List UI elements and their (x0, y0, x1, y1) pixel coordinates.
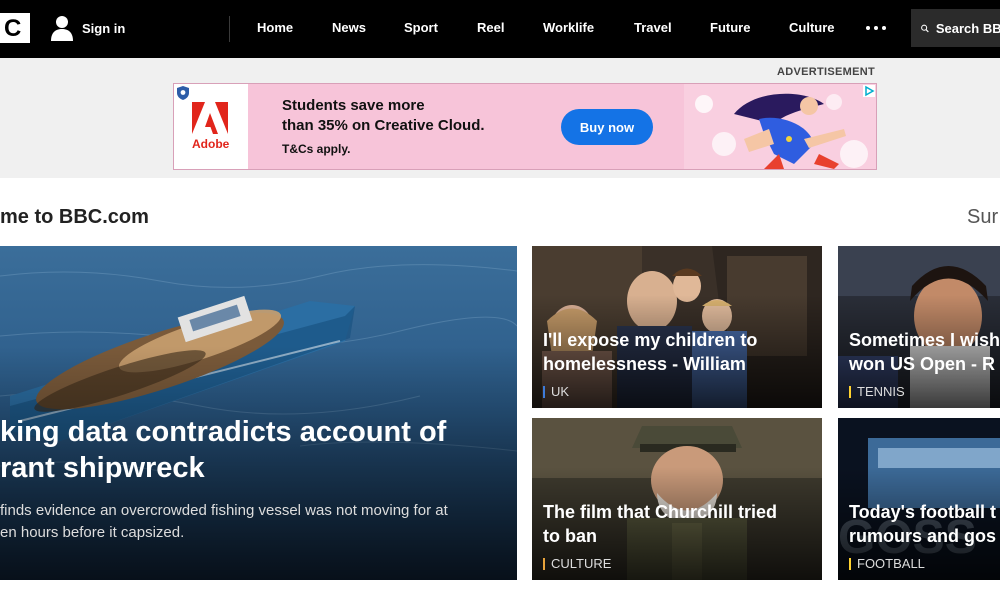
shield-icon (177, 86, 189, 100)
story-card-william[interactable]: I'll expose my children to homelessness … (532, 246, 822, 408)
main-story-headline: king data contradicts account of rant sh… (0, 416, 447, 484)
adobe-advertisement[interactable]: Adobe Students save more than 35% on Cre… (173, 83, 877, 170)
nav-item-culture[interactable]: Culture (789, 20, 835, 35)
story-headline: Sometimes I wish won US Open - R (849, 330, 1000, 374)
tag-accent-bar (849, 557, 851, 570)
main-story-card[interactable]: king data contradicts account of rant sh… (0, 246, 517, 580)
more-menu-icon[interactable] (866, 26, 886, 30)
search-icon (921, 24, 929, 32)
story-tag-culture[interactable]: CULTURE (543, 556, 611, 571)
nav-item-home[interactable]: Home (257, 20, 293, 35)
ad-terms: T&Cs apply. (282, 142, 351, 156)
section-title: me to BBC.com (0, 206, 149, 228)
story-headline: Today's football t rumours and gos (849, 502, 997, 546)
tag-accent-bar (543, 385, 545, 398)
nav-item-travel[interactable]: Travel (634, 20, 672, 35)
top-navigation-bar: C Sign in Home News Sport Reel Worklife … (0, 0, 1000, 58)
nav-item-future[interactable]: Future (710, 20, 750, 35)
search-button[interactable]: Search BBC (911, 9, 1000, 47)
nav-item-reel[interactable]: Reel (477, 20, 504, 35)
nav-divider (229, 16, 230, 42)
story-card-tennis[interactable]: Sometimes I wish won US Open - R TENNIS (838, 246, 1000, 408)
sign-in-label: Sign in (82, 20, 126, 36)
nav-item-sport[interactable]: Sport (404, 20, 438, 35)
buy-now-button[interactable]: Buy now (561, 109, 653, 145)
main-story-summary: finds evidence an overcrowded fishing ve… (0, 502, 448, 541)
ad-headline: Students save more than 35% on Creative … (282, 97, 485, 134)
bbc-logo[interactable]: C (0, 13, 30, 43)
story-tag-tennis[interactable]: TENNIS (849, 384, 905, 399)
tag-accent-bar (849, 385, 851, 398)
sign-in-button[interactable]: Sign in (50, 14, 125, 42)
search-label: Search BBC (935, 20, 1000, 36)
adchoices-icon[interactable] (863, 85, 875, 97)
ad-illustration (684, 84, 876, 169)
story-tag-uk[interactable]: UK (543, 384, 569, 399)
advertisement-band: ADVERTISEMENT Adobe Students save more t… (0, 58, 1000, 178)
story-card-football[interactable]: GOSS Today's football t rumours and gos … (838, 418, 1000, 580)
nav-item-worklife[interactable]: Worklife (543, 20, 594, 35)
story-card-churchill[interactable]: The film that Churchill tried to ban CUL… (532, 418, 822, 580)
adobe-logo-icon (192, 102, 228, 134)
adobe-logo-panel: Adobe (174, 84, 248, 169)
advertisement-label: ADVERTISEMENT (777, 66, 876, 78)
tag-accent-bar (543, 557, 545, 570)
adobe-brand-text: Adobe (192, 137, 230, 151)
story-tag-football[interactable]: FOOTBALL (849, 556, 925, 571)
section-title-next: Sur (967, 206, 999, 228)
story-headline: I'll expose my children to homelessness … (543, 330, 758, 374)
story-headline: The film that Churchill tried to ban (543, 502, 778, 546)
user-icon (51, 16, 73, 41)
nav-item-news[interactable]: News (332, 20, 366, 35)
